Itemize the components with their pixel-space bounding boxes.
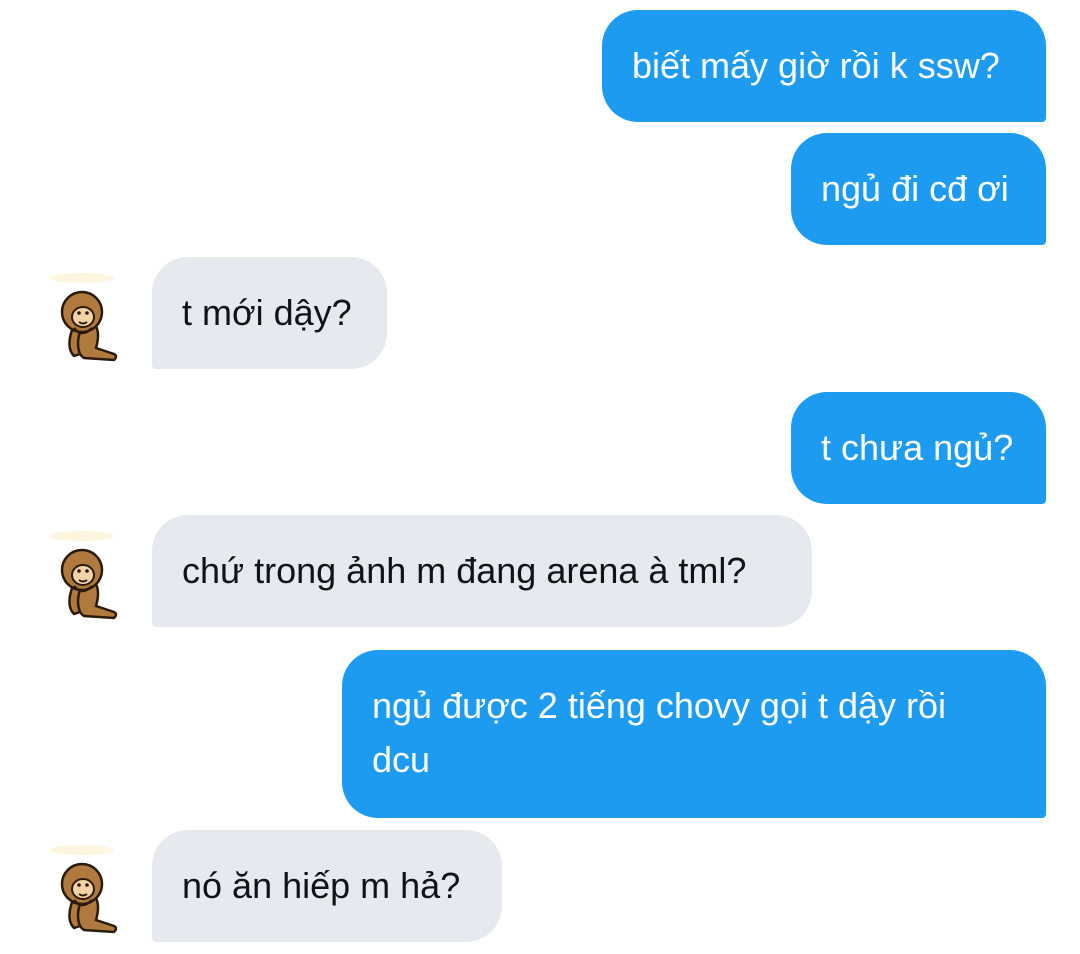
sender-avatar[interactable] (44, 840, 118, 940)
monkey-avatar-icon (50, 273, 118, 362)
message-bubble-sent[interactable]: t chưa ngủ? (791, 392, 1046, 504)
sender-avatar[interactable] (44, 526, 118, 626)
monkey-avatar-icon (50, 845, 118, 934)
sender-avatar[interactable] (44, 268, 118, 368)
message-bubble-received[interactable]: nó ăn hiếp m hả? (152, 830, 502, 942)
message-bubble-sent[interactable]: biết mấy giờ rồi k ssw? (602, 10, 1046, 122)
message-bubble-received[interactable]: chứ trong ảnh m đang arena à tml? (152, 515, 812, 627)
message-bubble-received[interactable]: t mới dậy? (152, 257, 387, 369)
message-bubble-sent[interactable]: ngủ được 2 tiếng chovy gọi t dậy rồi dcu (342, 650, 1046, 818)
monkey-avatar-icon (50, 531, 118, 620)
message-bubble-sent[interactable]: ngủ đi cđ ơi (791, 133, 1046, 245)
